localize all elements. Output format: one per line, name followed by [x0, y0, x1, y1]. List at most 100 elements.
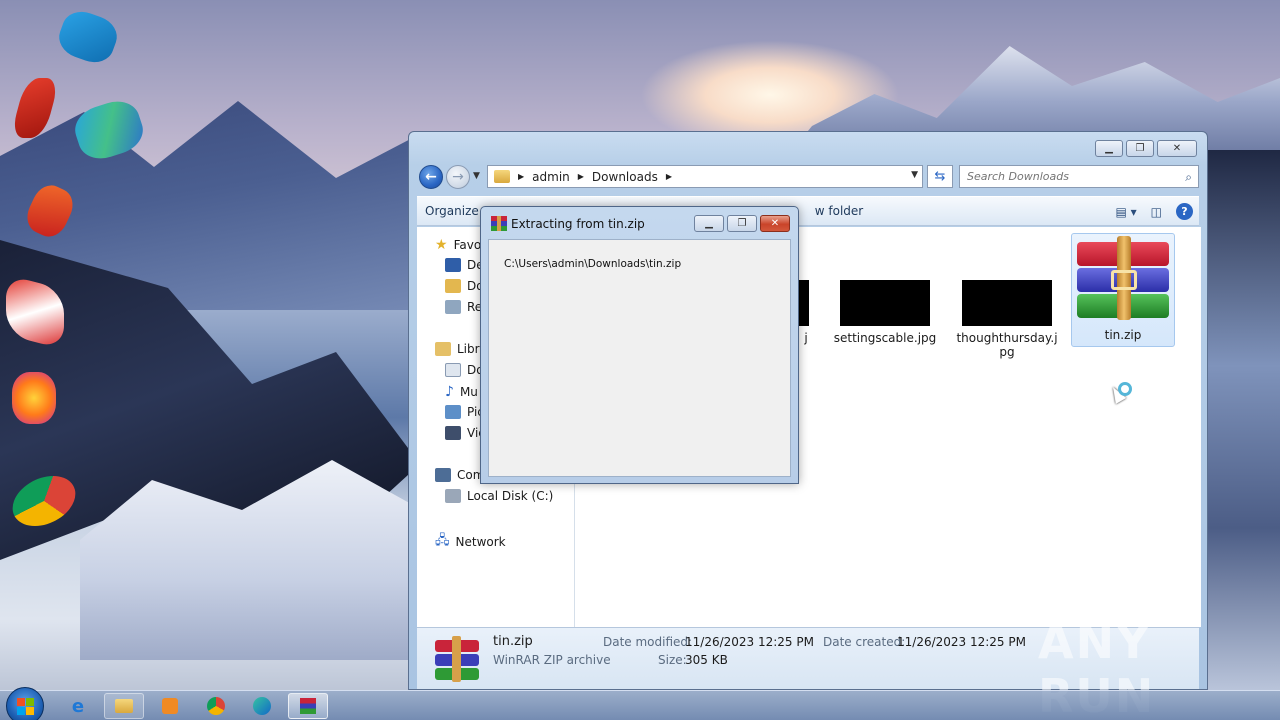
date-created-value: 11/26/2023 12:25 PM: [897, 635, 1026, 649]
refresh-button[interactable]: ⇆: [927, 165, 953, 188]
folder-icon: [494, 170, 510, 183]
address-dropdown-icon[interactable]: ▼: [911, 170, 918, 180]
date-modified-label: Date modified:: [603, 635, 693, 649]
winrar-archive-icon: [1077, 236, 1169, 320]
help-icon[interactable]: ?: [1176, 203, 1193, 220]
dialog-close-button[interactable]: ✕: [760, 215, 790, 232]
breadcrumb-downloads[interactable]: Downloads: [592, 170, 658, 184]
refresh-icon: ⇆: [934, 169, 946, 184]
dialog-maximize-button[interactable]: ❐: [727, 215, 757, 232]
taskbar-explorer[interactable]: [104, 693, 144, 719]
folder-icon: [115, 699, 133, 713]
arrow-right-icon: →: [452, 169, 464, 185]
image-thumbnail: [840, 280, 930, 326]
desktop-icon: [445, 258, 461, 272]
start-button[interactable]: [6, 687, 44, 720]
chrome-icon: [207, 697, 225, 715]
windows-logo-icon: [16, 697, 34, 715]
desktop-icon-glitch-7[interactable]: [4, 476, 84, 526]
close-button[interactable]: ✕: [1157, 140, 1197, 157]
nav-recent[interactable]: Re: [445, 300, 482, 314]
dialog-title: Extracting from tin.zip: [511, 217, 645, 231]
dialog-minimize-button[interactable]: ▁: [694, 215, 724, 232]
wallpaper-ice: [80, 460, 440, 660]
nav-label: Favo: [453, 238, 482, 252]
search-box[interactable]: ⌕: [959, 165, 1199, 188]
nav-music[interactable]: ♪ Mu: [445, 384, 478, 400]
desktop-icon-glitch-6[interactable]: [12, 372, 56, 424]
search-input[interactable]: [967, 170, 1167, 183]
desktop-icon-glitch-3[interactable]: [69, 95, 149, 165]
taskbar-edge[interactable]: [242, 693, 282, 719]
file-item-selected[interactable]: tin.zip: [1071, 233, 1175, 347]
nav-network[interactable]: 🖧 Network: [435, 531, 506, 553]
desktop-icon-glitch-5[interactable]: [6, 274, 64, 350]
busy-spinner-icon: [1118, 382, 1132, 396]
preview-pane-icon[interactable]: ◫: [1151, 205, 1162, 219]
address-row: ← → ▼ ▶ admin ▶ Downloads ▶ ▼ ⇆ ⌕: [417, 163, 1199, 191]
taskbar-chrome[interactable]: [196, 693, 236, 719]
file-item[interactable]: thoughthursday.j pg: [955, 280, 1059, 359]
recent-pages-dropdown[interactable]: ▼: [473, 171, 480, 181]
back-button[interactable]: ←: [419, 165, 443, 189]
archive-path: C:\Users\admin\Downloads\tin.zip: [504, 258, 682, 270]
network-icon: 🖧: [435, 533, 450, 548]
libraries-icon: [435, 342, 451, 356]
winrar-icon: [300, 698, 316, 714]
size-label: Size:: [658, 653, 687, 667]
image-thumbnail: [962, 280, 1052, 326]
breadcrumb-arrow-icon[interactable]: ▶: [518, 172, 524, 181]
maximize-button[interactable]: ❐: [1126, 140, 1154, 157]
date-modified-value: 11/26/2023 12:25 PM: [685, 635, 814, 649]
nav-downloads[interactable]: Do: [445, 279, 484, 293]
nav-videos[interactable]: Vic: [445, 426, 485, 440]
nav-computer[interactable]: Com: [435, 468, 484, 482]
change-view-icon[interactable]: ▤ ▾: [1115, 205, 1136, 219]
documents-icon: [445, 363, 461, 377]
extract-dialog[interactable]: Extracting from tin.zip ▁ ❐ ✕ C:\Users\a…: [480, 206, 799, 484]
wallpaper-right-strip: [1205, 150, 1280, 690]
search-icon[interactable]: ⌕: [1185, 170, 1192, 185]
minimize-button[interactable]: ▁: [1095, 140, 1123, 157]
details-file-name: tin.zip: [493, 634, 533, 649]
taskbar: e: [0, 687, 1280, 720]
new-folder-button[interactable]: w folder: [807, 204, 871, 218]
recent-places-icon: [445, 300, 461, 314]
nav-documents[interactable]: Do: [445, 363, 484, 377]
nav-label: Local Disk (C:): [467, 489, 554, 503]
nav-pictures[interactable]: Pic: [445, 405, 484, 419]
taskbar-winrar[interactable]: [288, 693, 328, 719]
nav-local-disk[interactable]: Local Disk (C:): [445, 489, 553, 503]
breadcrumb-arrow-icon[interactable]: ▶: [666, 172, 672, 181]
music-icon: ♪: [445, 384, 454, 400]
nav-favorites[interactable]: ★ Favo: [435, 237, 481, 253]
desktop-icon-glitch-2[interactable]: [9, 78, 61, 138]
file-item[interactable]: settingscable.jpg: [833, 280, 937, 345]
size-value: 305 KB: [685, 653, 728, 667]
nav-desktop[interactable]: De: [445, 258, 484, 272]
taskbar-internet-explorer[interactable]: e: [58, 693, 98, 719]
downloads-folder-icon: [445, 279, 461, 293]
file-name: tin.zip: [1104, 328, 1142, 342]
breadcrumb-admin[interactable]: admin: [532, 170, 570, 184]
desktop-icon-glitch-1[interactable]: [53, 5, 123, 69]
taskbar-media-player[interactable]: [150, 693, 190, 719]
details-file-type: WinRAR ZIP archive: [493, 653, 611, 667]
winrar-icon: [491, 216, 507, 231]
arrow-left-icon: ←: [425, 169, 437, 185]
dialog-window-controls: ▁ ❐ ✕: [694, 215, 790, 232]
window-controls: ▁ ❐ ✕: [1095, 140, 1197, 157]
address-bar[interactable]: ▶ admin ▶ Downloads ▶ ▼: [487, 165, 923, 188]
desktop-icon-glitch-4[interactable]: [21, 179, 79, 243]
file-name-wrap: pg: [999, 345, 1015, 359]
edge-icon: [253, 697, 271, 715]
internet-explorer-icon: e: [71, 695, 85, 717]
file-name: thoughthursday.j: [956, 331, 1058, 345]
breadcrumb-arrow-icon[interactable]: ▶: [578, 172, 584, 181]
star-icon: ★: [435, 237, 448, 253]
forward-button[interactable]: →: [446, 165, 470, 189]
file-name: j: [804, 331, 808, 345]
organize-button[interactable]: Organize: [417, 204, 487, 218]
winrar-archive-icon: [433, 636, 481, 682]
nav-label: Network: [455, 535, 506, 549]
